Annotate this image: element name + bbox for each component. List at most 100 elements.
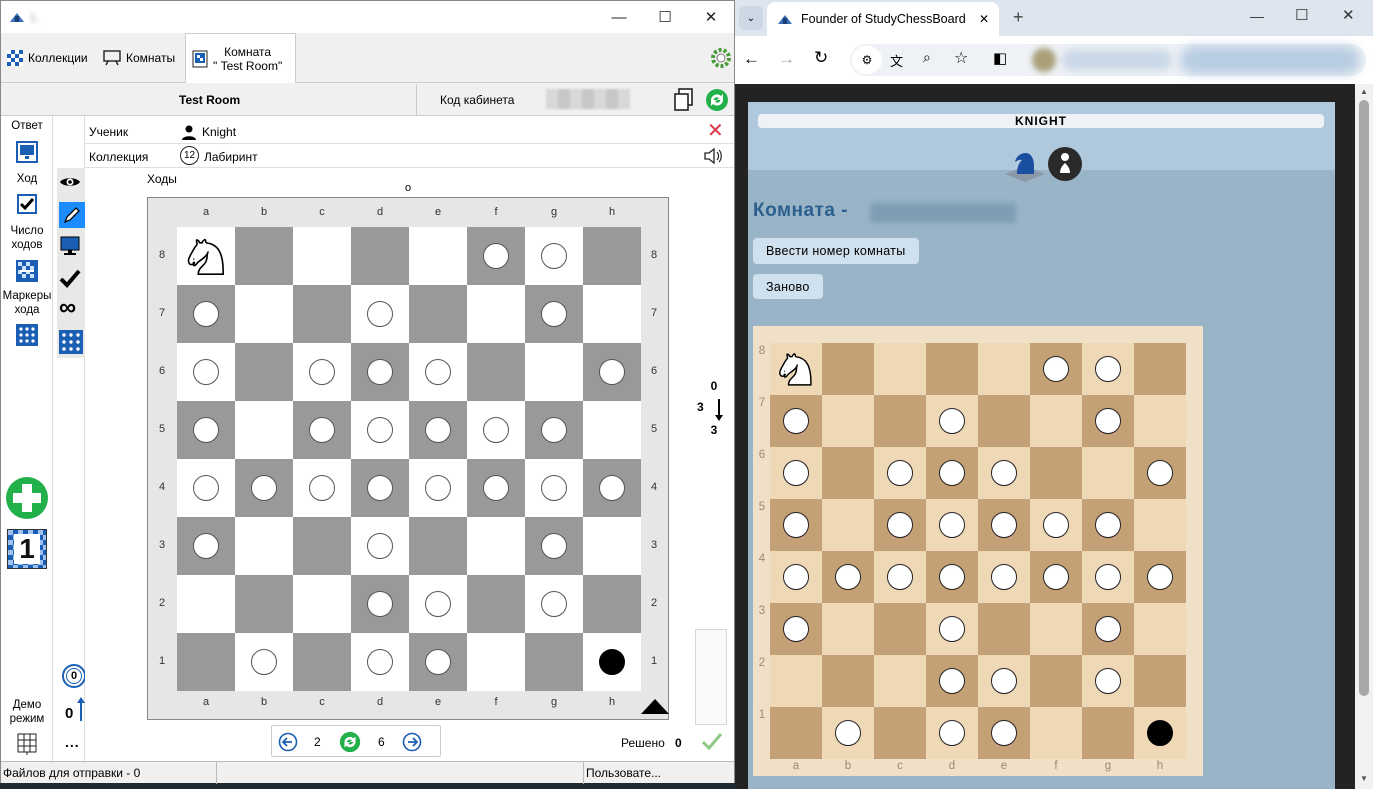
minimize-button[interactable]: — (596, 1, 642, 33)
refresh-icon[interactable] (704, 87, 730, 113)
board-square-b8[interactable] (235, 227, 293, 285)
board-square-c7[interactable] (293, 285, 351, 343)
white-stone[interactable] (541, 591, 567, 617)
white-stone[interactable] (835, 720, 861, 746)
white-stone[interactable] (599, 475, 625, 501)
board-square-b6[interactable] (235, 343, 293, 401)
board-square-c3[interactable] (874, 603, 926, 655)
white-stone[interactable] (367, 475, 393, 501)
site-settings-icon[interactable]: ⚙ (852, 46, 882, 74)
board-square-e3[interactable] (978, 603, 1030, 655)
board-square-h2[interactable] (583, 575, 641, 633)
white-stone[interactable] (193, 301, 219, 327)
white-stone[interactable] (887, 512, 913, 538)
board-square-f3[interactable] (1030, 603, 1082, 655)
white-stone[interactable] (939, 512, 965, 538)
back-arrow-icon[interactable]: ← (743, 49, 760, 69)
white-stone[interactable] (1095, 564, 1121, 590)
white-stone[interactable] (887, 564, 913, 590)
white-stone[interactable] (483, 417, 509, 443)
board-square-h3[interactable] (1134, 603, 1186, 655)
white-stone[interactable] (367, 417, 393, 443)
white-stone[interactable] (783, 616, 809, 642)
board-square-b3[interactable] (822, 603, 874, 655)
board-square-h5[interactable] (583, 401, 641, 459)
white-stone[interactable] (783, 564, 809, 590)
white-stone[interactable] (425, 359, 451, 385)
white-stone[interactable] (367, 359, 393, 385)
white-stone[interactable] (541, 533, 567, 559)
white-stone[interactable] (193, 533, 219, 559)
board-square-c2[interactable] (293, 575, 351, 633)
side-panel-icon[interactable]: ◧ (993, 49, 1007, 67)
white-stone[interactable] (541, 243, 567, 269)
board-square-b2[interactable] (822, 655, 874, 707)
close-icon[interactable]: ✕ (707, 121, 724, 141)
board-square-b6[interactable] (822, 447, 874, 499)
enter-room-button[interactable]: Ввести номер комнаты (753, 238, 919, 264)
board-square-c8[interactable] (874, 343, 926, 395)
white-stone[interactable] (367, 649, 393, 675)
white-stone[interactable] (483, 475, 509, 501)
address-bar[interactable]: ⚙ 文 ⌕ ☆ ◧ (850, 44, 1366, 76)
pencil-icon[interactable] (59, 202, 85, 228)
board-square-b8[interactable] (822, 343, 874, 395)
board-square-a2[interactable] (770, 655, 822, 707)
checkmark-icon[interactable] (59, 267, 81, 289)
bookmark-star-icon[interactable]: ☆ (954, 48, 968, 68)
white-stone[interactable] (193, 475, 219, 501)
board-square-b5[interactable] (822, 499, 874, 551)
board-square-f1[interactable] (467, 633, 525, 691)
board-square-h7[interactable] (1134, 395, 1186, 447)
scroll-thumb[interactable] (1359, 100, 1369, 696)
board-square-h7[interactable] (583, 285, 641, 343)
white-stone[interactable] (939, 460, 965, 486)
board-square-c3[interactable] (293, 517, 351, 575)
copy-icon[interactable] (673, 88, 695, 112)
white-stone[interactable] (193, 417, 219, 443)
board-square-e7[interactable] (978, 395, 1030, 447)
restart-button[interactable]: Заново (753, 274, 823, 299)
white-stone[interactable] (783, 512, 809, 538)
browser-maximize-button[interactable]: ☐ (1295, 6, 1308, 24)
board-square-b3[interactable] (235, 517, 293, 575)
new-tab-button[interactable]: + (1013, 7, 1024, 28)
white-stone[interactable] (1095, 408, 1121, 434)
white-stone[interactable] (309, 475, 335, 501)
board-square-g6[interactable] (525, 343, 583, 401)
board-square-g1[interactable] (525, 633, 583, 691)
white-stone[interactable] (1043, 564, 1069, 590)
board-square-f6[interactable] (1030, 447, 1082, 499)
board-square-c2[interactable] (874, 655, 926, 707)
black-stone[interactable] (599, 649, 625, 675)
reload-icon[interactable]: ↻ (814, 48, 828, 68)
white-stone[interactable] (541, 301, 567, 327)
knight-piece-icon[interactable] (182, 232, 231, 281)
forward-arrow-icon[interactable]: → (778, 49, 795, 69)
white-stone[interactable] (425, 475, 451, 501)
white-stone[interactable] (991, 720, 1017, 746)
demo-board-icon[interactable] (16, 733, 38, 755)
extension-area[interactable] (1180, 46, 1360, 74)
board-square-h8[interactable] (1134, 343, 1186, 395)
web-chess-board[interactable]: 8 7 6 5 4 3 2 1 a b c d e f g h (753, 326, 1203, 776)
browser-minimize-button[interactable]: — (1250, 8, 1264, 24)
white-stone[interactable] (367, 591, 393, 617)
board-square-h3[interactable] (583, 517, 641, 575)
board-square-f1[interactable] (1030, 707, 1082, 759)
browser-close-button[interactable]: ✕ (1342, 6, 1355, 24)
white-stone[interactable] (939, 616, 965, 642)
maximize-button[interactable]: ☐ (642, 1, 688, 33)
monitor-icon[interactable] (16, 141, 38, 163)
white-stone[interactable] (599, 359, 625, 385)
board-square-c7[interactable] (874, 395, 926, 447)
close-window-button[interactable]: ✕ (688, 1, 734, 33)
move-check-icon[interactable] (16, 193, 38, 215)
board-square-h8[interactable] (583, 227, 641, 285)
white-stone[interactable] (1095, 356, 1121, 382)
move-markers-icon[interactable] (16, 324, 38, 346)
white-stone[interactable] (425, 591, 451, 617)
white-stone[interactable] (939, 668, 965, 694)
dots-grid-icon[interactable] (59, 330, 83, 354)
white-stone[interactable] (193, 359, 219, 385)
